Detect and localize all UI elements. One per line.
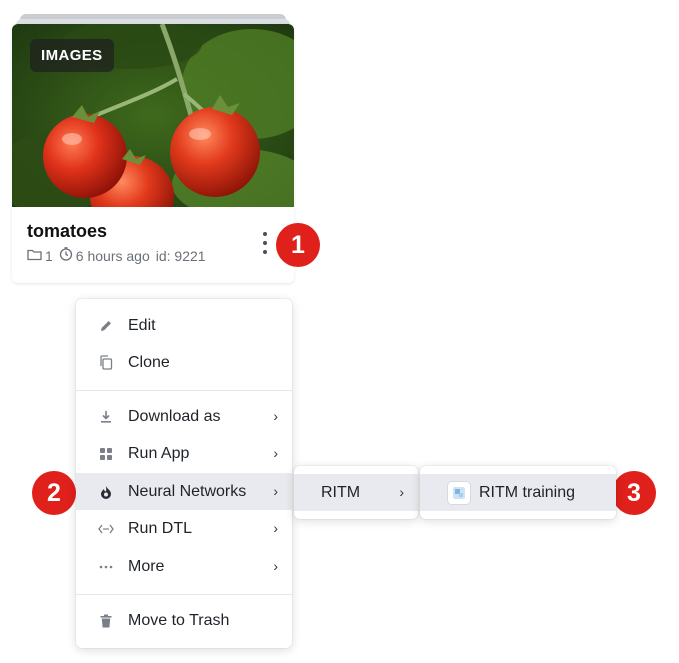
code-arrows-icon (98, 521, 114, 537)
updated-time: 6 hours ago (75, 247, 150, 264)
menu-item-label: Run DTL (128, 519, 193, 537)
menu-item-neural-networks[interactable]: Neural Networks › (76, 473, 292, 510)
ritm-submenu: RITM training (420, 466, 616, 519)
menu-item-label: Run App (128, 444, 190, 462)
app-thumbnail-icon (447, 480, 471, 505)
pencil-icon (98, 318, 114, 334)
chevron-right-icon: › (273, 483, 278, 499)
neural-networks-submenu: RITM › (294, 466, 418, 519)
menu-item-label: More (128, 557, 165, 575)
menu-item-move-to-trash[interactable]: Move to Trash (76, 602, 292, 639)
menu-item-edit[interactable]: Edit (76, 307, 292, 344)
menu-divider (76, 594, 292, 595)
submenu-item-ritm-training[interactable]: RITM training (420, 474, 616, 511)
folder-icon (27, 248, 42, 264)
step-marker-2: 2 (32, 471, 76, 515)
menu-item-run-app[interactable]: Run App › (76, 435, 292, 472)
submenu-item-ritm[interactable]: RITM › (294, 474, 418, 511)
menu-item-more[interactable]: More › (76, 548, 292, 585)
step-marker-3: 3 (612, 471, 656, 515)
menu-item-label: Download as (128, 407, 221, 425)
chevron-right-icon: › (273, 408, 278, 424)
download-icon (98, 409, 114, 425)
flame-icon (98, 484, 114, 500)
menu-item-download-as[interactable]: Download as › (76, 398, 292, 435)
trash-icon (98, 613, 114, 629)
chevron-right-icon: › (273, 520, 278, 536)
items-count: 1 (45, 247, 53, 264)
project-title[interactable]: tomatoes (27, 221, 107, 242)
menu-item-run-dtl[interactable]: Run DTL › (76, 510, 292, 547)
context-menu: Edit Clone Download as › Run App › Neura… (76, 299, 292, 648)
project-id: id: 9221 (155, 247, 206, 264)
copy-icon (98, 355, 114, 371)
submenu-item-label: RITM training (479, 483, 576, 501)
chevron-right-icon: › (273, 445, 278, 461)
menu-item-clone[interactable]: Clone (76, 344, 292, 381)
menu-item-label: Move to Trash (128, 611, 230, 629)
step-marker-1: 1 (276, 223, 320, 267)
menu-divider (76, 390, 292, 391)
menu-item-label: Edit (128, 316, 156, 334)
image-type-badge: IMAGES (30, 39, 114, 72)
chevron-right-icon: › (399, 484, 404, 500)
menu-item-label: Clone (128, 353, 170, 371)
project-meta: 1 6 hours ago id: 9221 (27, 247, 206, 264)
chevron-right-icon: › (273, 558, 278, 574)
project-thumbnail[interactable]: IMAGES (12, 24, 294, 207)
submenu-item-label: RITM (321, 483, 361, 501)
kebab-icon[interactable] (259, 232, 271, 254)
apps-grid-icon (98, 446, 114, 462)
menu-item-label: Neural Networks (128, 482, 247, 500)
clock-icon (59, 247, 73, 264)
ellipsis-icon (98, 559, 114, 575)
project-card[interactable]: IMAGES tomatoes 1 6 hours ago id: 9221 (12, 24, 294, 283)
